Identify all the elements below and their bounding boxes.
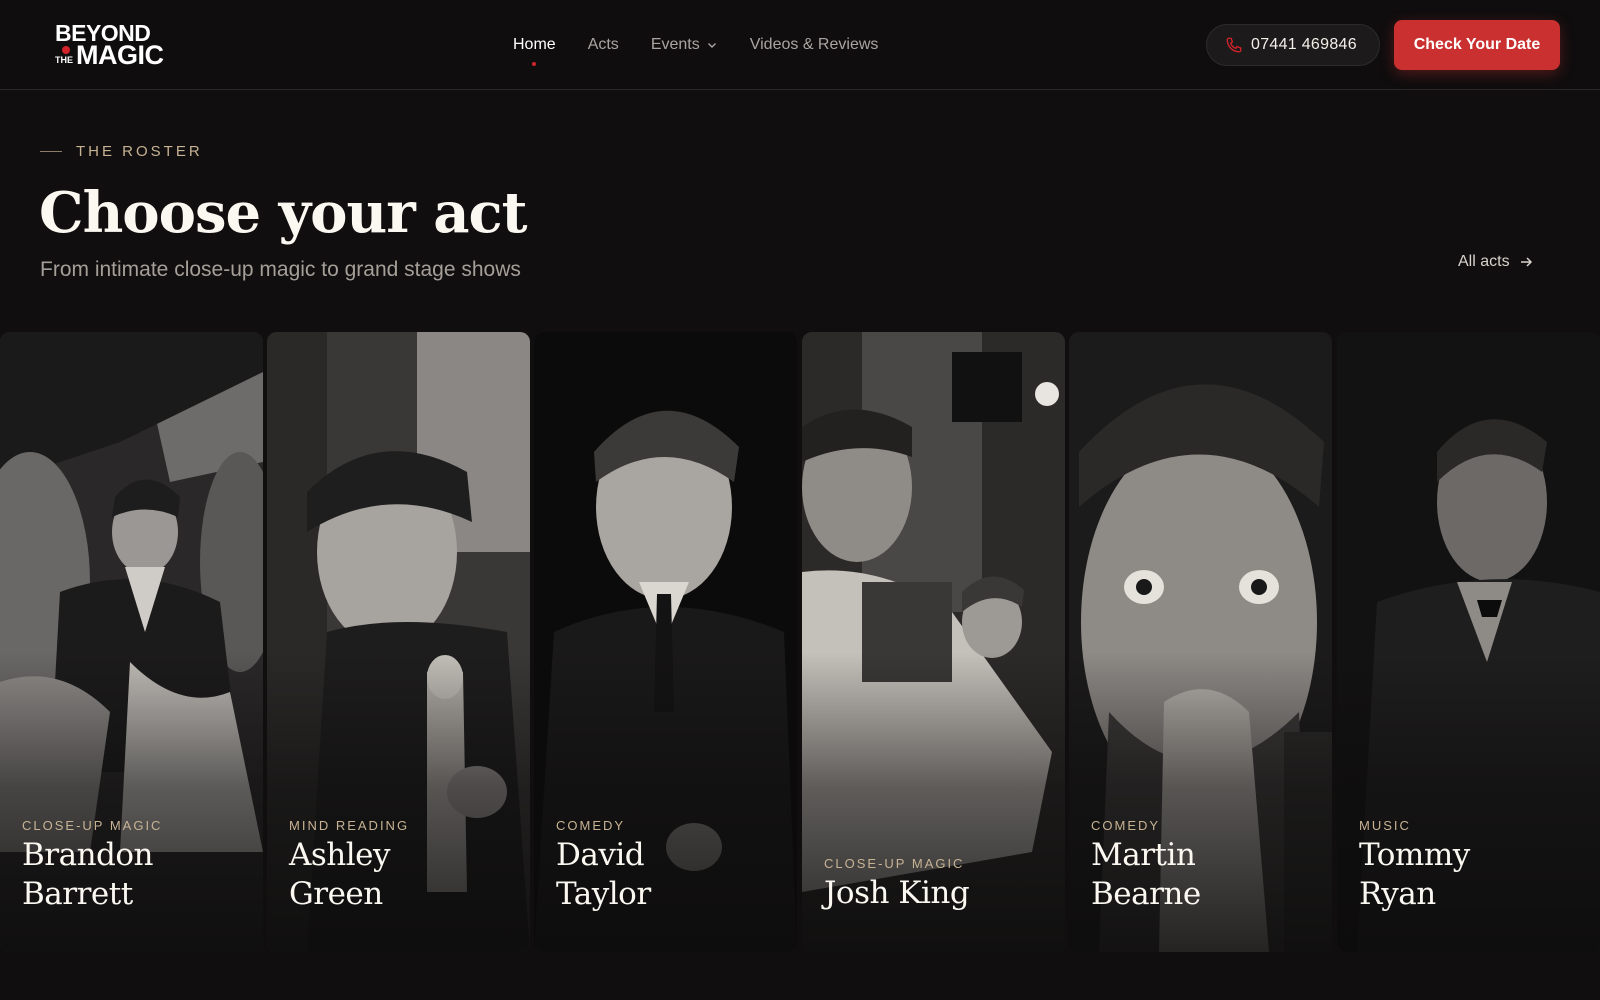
act-name: Tommy Ryan (1359, 836, 1470, 914)
section-subtitle: From intimate close-up magic to grand st… (40, 258, 521, 281)
act-name: Brandon Barrett (22, 836, 154, 914)
act-last-name: Bearne (1091, 876, 1201, 912)
act-name: Josh King (824, 874, 970, 913)
act-first-name: David (556, 837, 645, 873)
chevron-down-icon (707, 43, 716, 48)
nav-label-home: Home (513, 36, 556, 53)
act-card[interactable]: COMEDY Martin Bearne (1069, 332, 1332, 952)
section-eyebrow: THE ROSTER (40, 143, 203, 160)
logo-text-the: THE (55, 55, 73, 65)
act-last-name: Taylor (556, 876, 651, 912)
act-first-name: Martin (1091, 837, 1196, 873)
section-title: Choose your act (39, 180, 527, 246)
act-last-name: Barrett (22, 876, 133, 912)
act-card[interactable]: CLOSE-UP MAGIC Josh King (802, 332, 1065, 952)
nav-label-events: Events (650, 36, 700, 53)
act-category: MUSIC (1359, 818, 1411, 833)
site-header: BEYOND THE MAGIC Home Acts Events Videos… (0, 0, 1600, 90)
act-card[interactable]: COMEDY David Taylor (534, 332, 797, 952)
check-your-date-button[interactable]: Check Your Date (1394, 20, 1560, 70)
logo-dot-icon (62, 46, 70, 54)
act-card[interactable]: MUSIC Tommy Ryan (1337, 332, 1600, 952)
act-category: CLOSE-UP MAGIC (22, 818, 163, 833)
all-acts-label: All acts (1458, 253, 1510, 270)
brand-logo[interactable]: BEYOND THE MAGIC (55, 22, 175, 70)
active-indicator-dot (532, 62, 537, 66)
act-category: CLOSE-UP MAGIC (824, 856, 965, 871)
all-acts-link[interactable]: All acts (1458, 253, 1534, 271)
act-card[interactable]: MIND READING Ashley Green (267, 332, 530, 952)
nav-item-events[interactable]: Events (651, 36, 718, 54)
act-last-name: Ryan (1359, 876, 1436, 912)
eyebrow-text: THE ROSTER (76, 143, 203, 160)
phone-icon (1226, 37, 1242, 53)
main-nav: Home Acts Events Videos & Reviews (513, 0, 910, 90)
arrow-right-icon (1520, 257, 1532, 267)
eyebrow-rule (40, 151, 62, 152)
act-first-name: Brandon (22, 837, 154, 873)
phone-number: 07441 469846 (1251, 36, 1357, 53)
nav-item-acts[interactable]: Acts (588, 36, 619, 54)
act-last-name: Green (289, 876, 383, 912)
nav-label-videos-reviews: Videos & Reviews (749, 36, 879, 53)
act-category: COMEDY (1091, 818, 1161, 833)
cta-label: Check Your Date (1413, 36, 1541, 53)
act-card[interactable]: CLOSE-UP MAGIC Brandon Barrett (0, 332, 263, 952)
act-name: Martin Bearne (1091, 836, 1201, 914)
act-category: COMEDY (556, 818, 626, 833)
act-first-name: Ashley (289, 837, 391, 873)
nav-label-acts: Acts (587, 36, 619, 53)
acts-carousel: CLOSE-UP MAGIC Brandon Barrett MIND READ… (0, 332, 1600, 952)
act-first-name: Tommy (1359, 837, 1470, 873)
nav-item-home[interactable]: Home (513, 36, 556, 66)
logo-text-magic: MAGIC (76, 40, 164, 70)
act-first-name: Josh King (824, 875, 970, 911)
nav-item-videos-reviews[interactable]: Videos & Reviews (750, 36, 879, 54)
act-category: MIND READING (289, 818, 410, 833)
act-name: David Taylor (556, 836, 651, 914)
phone-button[interactable]: 07441 469846 (1206, 24, 1380, 66)
act-name: Ashley Green (289, 836, 391, 914)
